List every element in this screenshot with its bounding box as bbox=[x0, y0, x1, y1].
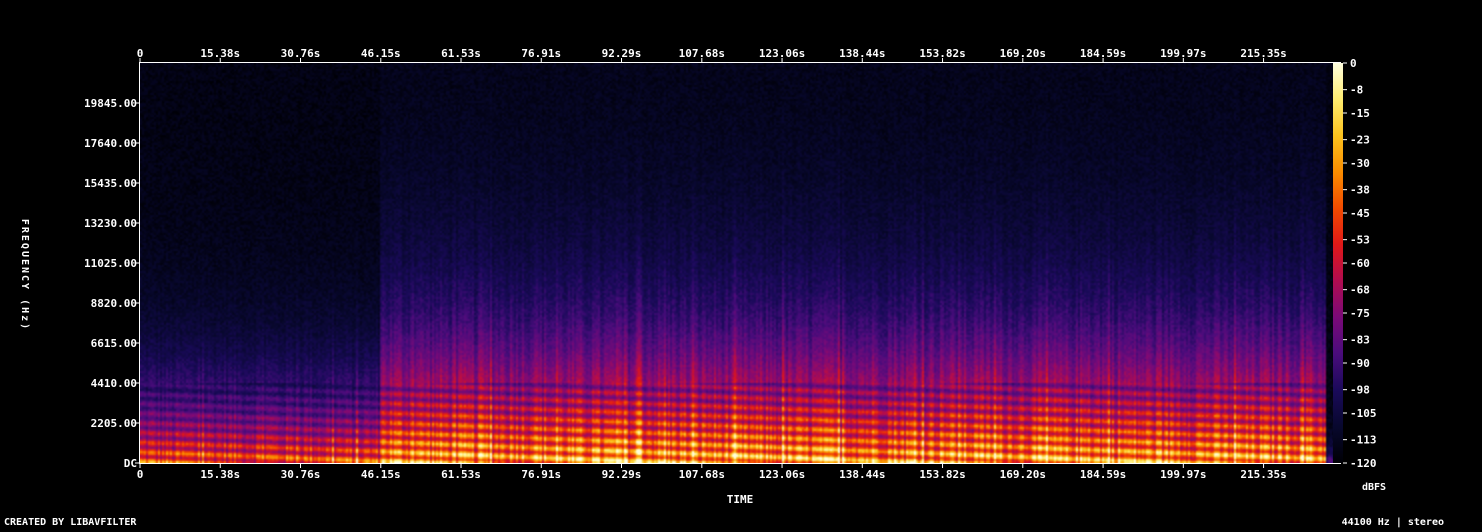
colorbar-tick-label: -53 bbox=[1350, 234, 1370, 247]
x-tick-label-top: 153.82s bbox=[919, 47, 965, 60]
y-tick-label: 17640.00 bbox=[84, 137, 137, 150]
colorbar-tick-label: -113 bbox=[1350, 434, 1377, 447]
x-tick-label-bottom: 153.82s bbox=[919, 468, 965, 481]
x-axis-bottom: 0 15.38s 30.76s 46.15s 61.53s 76.91s 92.29s 107… bbox=[137, 463, 1287, 481]
colorbar-ticks: 0 -8 -15 -23 -30 -38 -45 -53 -60 -68 -75 -83 -90 -98 -… bbox=[1343, 57, 1377, 470]
x-tick-label-bottom: 92.29s bbox=[602, 468, 642, 481]
colorbar-tick-label: -15 bbox=[1350, 107, 1370, 120]
x-tick-label-top: 30.76s bbox=[281, 47, 321, 60]
colorbar-tick-label: -98 bbox=[1350, 384, 1370, 397]
x-axis-top: 0 15.38s 30.76s 46.15s 61.53s 76.91s 92.29s 107… bbox=[137, 47, 1287, 63]
x-tick-label-top: 184.59s bbox=[1080, 47, 1126, 60]
colorbar-tick-label: 0 bbox=[1350, 57, 1357, 70]
x-tick-label-top: 215.35s bbox=[1240, 47, 1286, 60]
y-tick-label: DC bbox=[124, 457, 137, 470]
x-tick-label-bottom: 76.91s bbox=[521, 468, 561, 481]
y-tick-label: 11025.00 bbox=[84, 257, 137, 270]
colorbar-tick-label: -90 bbox=[1350, 357, 1370, 370]
y-tick-label: 19845.00 bbox=[84, 97, 137, 110]
y-tick-label: 8820.00 bbox=[91, 297, 137, 310]
x-tick-label-top: 199.97s bbox=[1160, 47, 1206, 60]
x-tick-label-bottom: 123.06s bbox=[759, 468, 805, 481]
colorbar-tick-label: -45 bbox=[1350, 207, 1370, 220]
x-tick-label-bottom: 215.35s bbox=[1240, 468, 1286, 481]
x-tick-label-bottom: 138.44s bbox=[839, 468, 885, 481]
x-tick-label-bottom: 0 bbox=[137, 468, 144, 481]
colorbar-tick-label: -75 bbox=[1350, 307, 1370, 320]
colorbar-tick-label: -23 bbox=[1350, 134, 1370, 147]
y-axis: DC 2205.00 4410.00 6615.00 8820.00 11025.00 13… bbox=[84, 97, 140, 470]
colorbar-tick-label: -30 bbox=[1350, 157, 1370, 170]
x-tick-label-top: 92.29s bbox=[602, 47, 642, 60]
x-tick-label-bottom: 46.15s bbox=[361, 468, 401, 481]
colorbar bbox=[1333, 63, 1343, 463]
y-tick-label: 2205.00 bbox=[91, 417, 137, 430]
footer-credit: CREATED BY LIBAVFILTER bbox=[4, 517, 137, 528]
footer-format: 44100 Hz | stereo bbox=[1342, 517, 1444, 528]
x-tick-label-top: 107.68s bbox=[679, 47, 725, 60]
colorbar-tick-label: -60 bbox=[1350, 257, 1370, 270]
x-tick-label-top: 0 bbox=[137, 47, 144, 60]
x-axis-label: TIME bbox=[727, 493, 754, 506]
colorbar-label: dBFS bbox=[1362, 482, 1386, 493]
x-tick-label-bottom: 184.59s bbox=[1080, 468, 1126, 481]
spectrogram-figure: 0 15.38s 30.76s 46.15s 61.53s 76.91s 92.29s 107… bbox=[0, 0, 1482, 528]
y-tick-label: 6615.00 bbox=[91, 337, 137, 350]
colorbar-tick-label: -68 bbox=[1350, 284, 1370, 297]
y-axis-label: FREQUENCY (Hz) bbox=[19, 219, 30, 331]
x-tick-label-top: 169.20s bbox=[1000, 47, 1046, 60]
x-tick-label-top: 123.06s bbox=[759, 47, 805, 60]
x-tick-label-bottom: 15.38s bbox=[200, 468, 240, 481]
x-tick-label-top: 15.38s bbox=[200, 47, 240, 60]
y-tick-label: 4410.00 bbox=[91, 377, 137, 390]
colorbar-tick-label: -8 bbox=[1350, 84, 1363, 97]
colorbar-tick-label: -38 bbox=[1350, 184, 1370, 197]
x-tick-label-bottom: 30.76s bbox=[281, 468, 321, 481]
y-tick-label: 13230.00 bbox=[84, 217, 137, 230]
y-tick-label: 15435.00 bbox=[84, 177, 137, 190]
colorbar-tick-label: -105 bbox=[1350, 407, 1377, 420]
spectrogram-chart: 0 15.38s 30.76s 46.15s 61.53s 76.91s 92.29s 107… bbox=[4, 47, 1444, 528]
x-tick-label-bottom: 107.68s bbox=[679, 468, 725, 481]
x-tick-label-bottom: 169.20s bbox=[1000, 468, 1046, 481]
spectrogram-image bbox=[140, 63, 1340, 463]
x-tick-label-top: 76.91s bbox=[521, 47, 561, 60]
x-tick-label-top: 46.15s bbox=[361, 47, 401, 60]
colorbar-tick-label: -120 bbox=[1350, 457, 1377, 470]
x-tick-label-top: 138.44s bbox=[839, 47, 885, 60]
colorbar-tick-label: -83 bbox=[1350, 334, 1370, 347]
x-tick-label-top: 61.53s bbox=[441, 47, 481, 60]
x-tick-label-bottom: 199.97s bbox=[1160, 468, 1206, 481]
x-tick-label-bottom: 61.53s bbox=[441, 468, 481, 481]
